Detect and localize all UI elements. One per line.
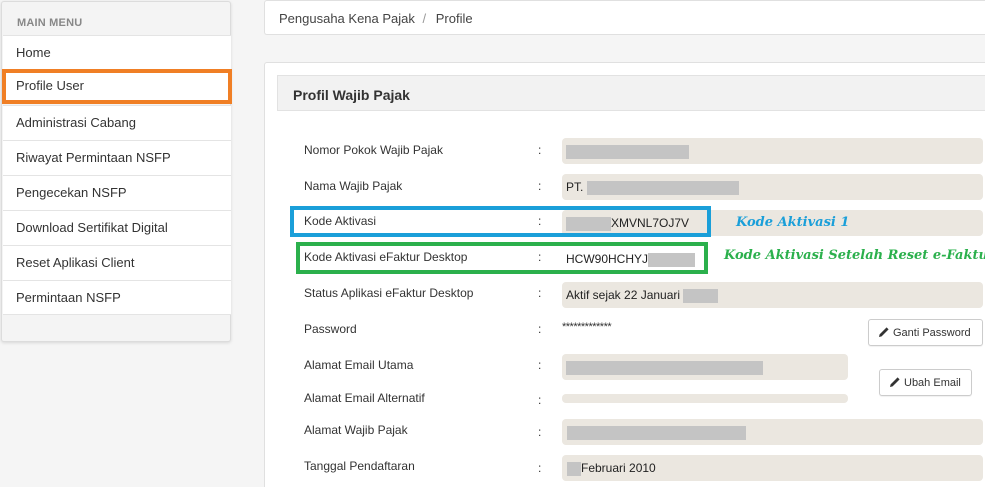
email-alt-label: Alamat Email Alternatif — [304, 391, 425, 405]
email-utama-label: Alamat Email Utama — [304, 358, 414, 372]
kode-aktivasi-highlight — [290, 206, 711, 237]
sidebar-item-riwayat-permintaan-nsfp[interactable]: Riwayat Permintaan NSFP — [3, 140, 231, 175]
sidebar-item-home[interactable]: Home — [3, 35, 231, 70]
password-value: ************* — [562, 321, 612, 333]
alamat-value — [562, 419, 983, 445]
nama-colon: : — [538, 179, 542, 193]
status-label: Status Aplikasi eFaktur Desktop — [304, 286, 474, 300]
profile-panel: Profil Wajib Pajak Nomor Pokok Wajib Paj… — [264, 62, 985, 487]
tanggal-colon: : — [538, 461, 542, 475]
sidebar-item-download-sertifikat[interactable]: Download Sertifikat Digital — [3, 210, 231, 245]
kode-efaktur-highlight — [296, 242, 708, 274]
pencil-icon — [879, 327, 889, 337]
sidebar-item-administrasi-cabang[interactable]: Administrasi Cabang — [3, 105, 231, 140]
breadcrumb-current: Profile — [435, 11, 473, 26]
password-colon: : — [538, 322, 542, 336]
status-colon: : — [538, 286, 542, 300]
menu-title: MAIN MENU — [17, 17, 83, 29]
panel-title: Profil Wajib Pajak — [277, 75, 985, 111]
breadcrumb: Pengusaha Kena Pajak / Profile — [264, 0, 985, 35]
password-label: Password — [304, 322, 357, 336]
status-value: Aktif sejak 22 Januari — [562, 282, 983, 308]
email-alt-colon: : — [538, 393, 542, 407]
alamat-label: Alamat Wajib Pajak — [304, 423, 408, 437]
sidebar-item-profile-user[interactable]: Profile User — [2, 69, 232, 104]
breadcrumb-separator: / — [422, 11, 427, 26]
pencil-icon — [890, 377, 900, 387]
sidebar-item-reset-aplikasi[interactable]: Reset Aplikasi Client — [3, 245, 231, 280]
tanggal-value: Februari 2010 — [562, 455, 983, 481]
email-alt-value — [562, 394, 848, 403]
email-utama-value — [562, 354, 848, 380]
tanggal-label: Tanggal Pendaftaran — [304, 459, 415, 473]
annotation-kode-reset: Kode Aktivasi Setelah Reset e-Faktur — [724, 248, 985, 263]
ubah-email-button[interactable]: Ubah Email — [879, 369, 972, 396]
nama-label: Nama Wajib Pajak — [304, 179, 403, 193]
redaction-mask — [566, 144, 689, 159]
breadcrumb-parent[interactable]: Pengusaha Kena Pajak — [279, 11, 415, 26]
npwp-label: Nomor Pokok Wajib Pajak — [304, 143, 443, 157]
sidebar-menu: MAIN MENU Home Profile User Administrasi… — [1, 1, 232, 342]
ganti-password-button[interactable]: Ganti Password — [868, 319, 983, 346]
alamat-colon: : — [538, 425, 542, 439]
nama-value: PT. — [562, 174, 983, 200]
sidebar-item-pengecekan-nsfp[interactable]: Pengecekan NSFP — [3, 175, 231, 210]
npwp-colon: : — [538, 143, 542, 157]
redaction-mask — [586, 180, 739, 195]
annotation-kode-aktivasi-1: Kode Aktivasi 1 — [736, 215, 850, 230]
sidebar-item-permintaan-nsfp[interactable]: Permintaan NSFP — [3, 280, 231, 315]
redaction-mask — [567, 461, 581, 476]
email-utama-colon: : — [538, 358, 542, 372]
redaction-mask — [567, 425, 746, 440]
redaction-mask — [566, 360, 763, 375]
npwp-value — [562, 138, 983, 164]
redaction-mask — [683, 288, 719, 303]
